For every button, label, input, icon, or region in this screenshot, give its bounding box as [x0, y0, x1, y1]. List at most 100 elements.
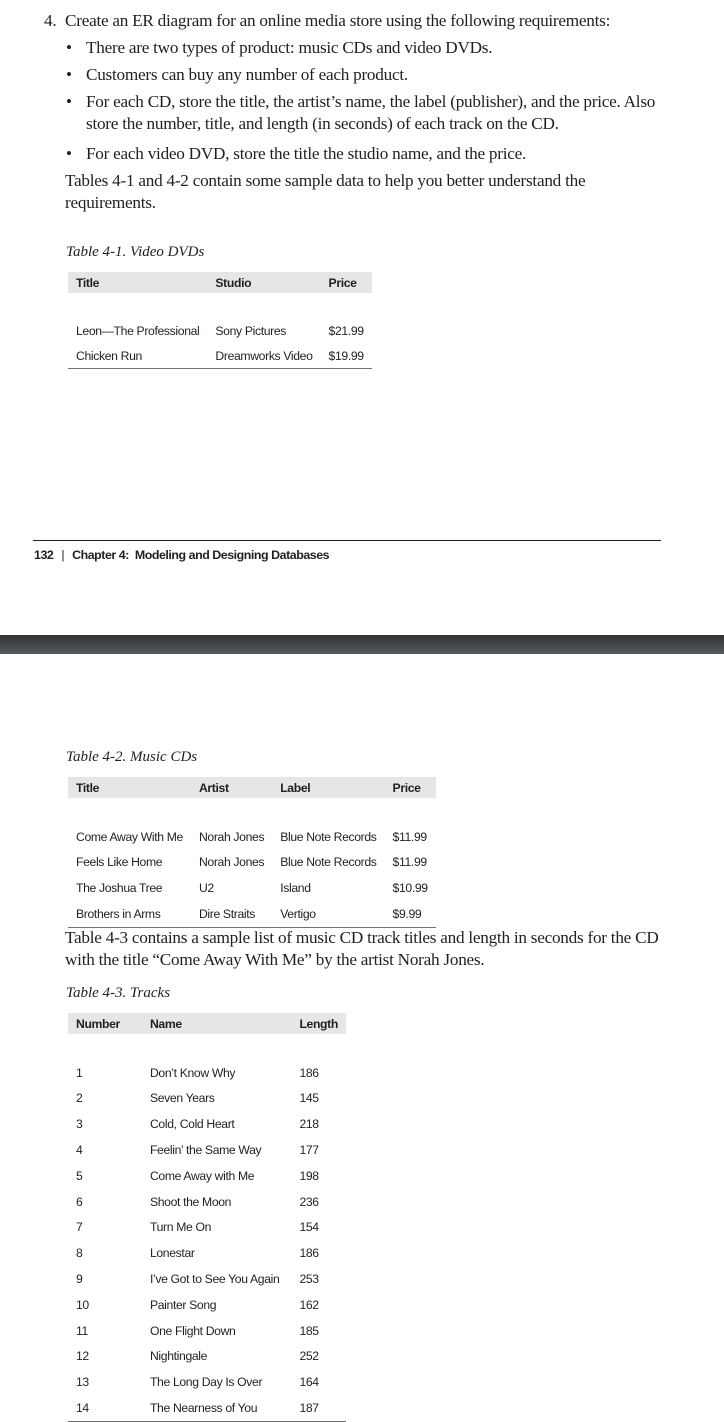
- cell-title: The Joshua Tree: [76, 881, 163, 896]
- bullet-icon: •: [66, 144, 72, 163]
- cell-number: 12: [76, 1349, 89, 1364]
- cell-name: Lonestar: [149, 1246, 195, 1261]
- cell-length: 164: [299, 1375, 319, 1390]
- cell-number: 3: [76, 1117, 83, 1132]
- column-header-label: Label: [272, 777, 385, 798]
- page-number: 132: [34, 548, 54, 562]
- cell-price: $11.99: [392, 855, 428, 870]
- table-row: 11 One Flight Down 185: [68, 1318, 346, 1344]
- cell-name: Cold, Cold Heart: [149, 1117, 235, 1132]
- requirement-text: Customers can buy any number of each pro…: [86, 65, 408, 84]
- table-row: 13 The Long Day Is Over 164: [68, 1369, 346, 1395]
- cell-name: Painter Song: [149, 1297, 217, 1312]
- cell-name: The Long Day Is Over: [149, 1375, 263, 1390]
- cell-artist: U2: [198, 881, 214, 896]
- table-row: 10 Painter Song 162: [68, 1292, 346, 1318]
- column-header-number: Number: [68, 1013, 142, 1034]
- cell-length: 162: [299, 1297, 319, 1312]
- cell-name: Shoot the Moon: [149, 1194, 232, 1209]
- column-header-artist: Artist: [190, 777, 273, 798]
- table-4-3-caption: Table 4-3. Tracks: [66, 985, 171, 1001]
- column-header-title: Title: [68, 272, 208, 293]
- cell-number: 6: [76, 1194, 83, 1209]
- cell-label: Blue Note Records: [280, 855, 377, 870]
- cell-name: Come Away with Me: [149, 1168, 255, 1183]
- cell-artist: Norah Jones: [198, 855, 265, 870]
- cell-name: Turn Me On: [149, 1220, 212, 1235]
- table-row: Feels Like Home Norah Jones Blue Note Re…: [68, 850, 436, 876]
- table-header-row: Title Studio Price: [68, 272, 372, 293]
- cell-number: 7: [76, 1220, 83, 1235]
- chapter-title: Chapter 4: Modeling and Designing Databa…: [72, 548, 330, 562]
- cell-price: $9.99: [384, 901, 436, 928]
- cell-title: Brothers in Arms: [68, 901, 191, 928]
- exercise-4: 4. Create an ER diagram for an online me…: [44, 10, 664, 214]
- table-header-row: Number Name Length: [68, 1013, 346, 1034]
- requirement-item: • Customers can buy any number of each p…: [44, 64, 664, 86]
- table-row: 1 Don’t Know Why 186: [68, 1060, 346, 1086]
- column-header-price: Price: [320, 272, 372, 293]
- cell-length: 253: [299, 1272, 319, 1287]
- page-132: 4. Create an ER diagram for an online me…: [0, 0, 724, 635]
- requirement-text: For each video DVD, store the title the …: [86, 144, 527, 163]
- cell-length: 186: [299, 1246, 319, 1261]
- cell-length: 154: [299, 1220, 319, 1235]
- table-row: 12 Nightingale 252: [68, 1344, 346, 1370]
- requirement-item: • For each video DVD, store the title th…: [44, 143, 664, 165]
- cell-price: $19.99: [320, 343, 372, 369]
- cell-name: Nightingale: [149, 1349, 208, 1364]
- cell-length: 187: [291, 1395, 346, 1422]
- cell-number: 11: [76, 1323, 88, 1338]
- video-dvds-table: Title Studio Price Leon—The Professional…: [68, 272, 372, 369]
- footer-separator: |: [61, 548, 65, 562]
- cell-studio: Dreamworks Video: [207, 343, 321, 369]
- table-4-2-caption: Table 4-2. Music CDs: [66, 749, 198, 765]
- table-row: 4 Feelin’ the Same Way 177: [68, 1137, 346, 1163]
- column-header-length: Length: [291, 1013, 346, 1034]
- tracks-intro-paragraph: Table 4-3 contains a sample list of musi…: [65, 928, 659, 969]
- cell-number: 2: [76, 1091, 83, 1106]
- footer-rule: [33, 540, 661, 541]
- page-footer: 132 | Chapter 4: Modeling and Designing Da…: [34, 548, 330, 562]
- table-row: 5 Come Away with Me 198: [68, 1163, 346, 1189]
- cell-title: Chicken Run: [68, 343, 208, 369]
- table-row: The Joshua Tree U2 Island $10.99: [68, 875, 436, 901]
- table-header-row: Title Artist Label Price: [68, 777, 436, 798]
- exercise-number: 4.: [44, 11, 57, 30]
- cell-length: 218: [299, 1117, 319, 1132]
- cell-title: Feels Like Home: [76, 855, 163, 870]
- table-row: 6 Shoot the Moon 236: [68, 1189, 346, 1215]
- tracks-table: Number Name Length 1 Don’t Know Why 186 2 Se…: [68, 1013, 346, 1422]
- cell-price: $11.99: [392, 829, 428, 844]
- table-row: 7 Turn Me On 154: [68, 1215, 346, 1241]
- cell-name: Seven Years: [149, 1091, 215, 1106]
- requirement-text: For each CD, store the title, the artist…: [86, 92, 656, 133]
- table-row: Leon—The Professional Sony Pictures $21.…: [68, 318, 372, 343]
- table-row: Chicken Run Dreamworks Video $19.99: [68, 343, 372, 369]
- cell-number: 14: [68, 1395, 142, 1422]
- cell-length: 185: [299, 1323, 319, 1338]
- cell-artist: Norah Jones: [198, 829, 265, 844]
- cell-title: Leon—The Professional: [76, 323, 200, 338]
- cell-studio: Sony Pictures: [215, 323, 287, 338]
- cell-title: Come Away With Me: [76, 829, 183, 844]
- bullet-icon: •: [66, 65, 72, 84]
- cell-number: 8: [76, 1246, 83, 1261]
- column-header-name: Name: [141, 1013, 292, 1034]
- table-row: 3 Cold, Cold Heart 218: [68, 1111, 346, 1137]
- cell-label: Vertigo: [272, 901, 385, 928]
- cell-number: 13: [76, 1375, 89, 1390]
- requirement-item: • For each CD, store the title, the arti…: [44, 91, 664, 135]
- table-4-1-caption: Table 4-1. Video DVDs: [66, 244, 205, 260]
- table-row: Come Away With Me Norah Jones Blue Note …: [68, 824, 436, 850]
- table-row: 2 Seven Years 145: [68, 1086, 346, 1112]
- column-header-price: Price: [384, 777, 436, 798]
- exercise-lead: Create an ER diagram for an online media…: [65, 11, 611, 30]
- cell-length: 145: [299, 1091, 319, 1106]
- table-row: 14 The Nearness of You 187: [68, 1395, 346, 1422]
- cell-number: 10: [76, 1297, 89, 1312]
- cell-artist: Dire Straits: [190, 901, 273, 928]
- bullet-icon: •: [66, 92, 72, 111]
- requirement-text: There are two types of product: music CD…: [86, 38, 493, 57]
- cell-name: I’ve Got to See You Again: [149, 1272, 280, 1287]
